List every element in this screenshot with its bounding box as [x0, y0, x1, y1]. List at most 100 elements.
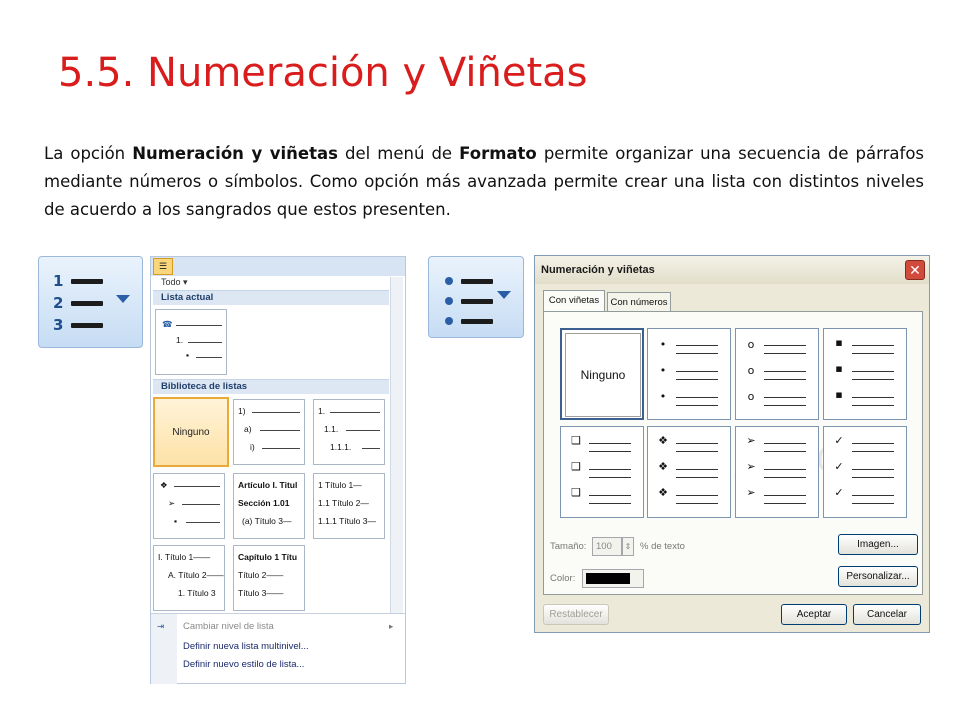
diamond-bullet-icon: ❖	[160, 480, 168, 490]
bullets-ribbon-button[interactable]	[428, 256, 524, 338]
tile-label: Título 2——	[238, 570, 284, 580]
chevron-right-icon: ▸	[389, 621, 394, 631]
bullet-list-icon	[443, 271, 493, 335]
cancel-button[interactable]: Cancelar	[853, 604, 921, 625]
intro-bold-2: Formato	[459, 144, 537, 163]
bullets-dialog: Numeración y viñetas ✕ Con viñetas Con n…	[534, 255, 930, 633]
tab-bullets[interactable]: Con viñetas	[543, 290, 605, 312]
tile-label: a)	[244, 424, 252, 434]
number-mark: 2	[53, 294, 64, 312]
tile-label: Artículo I. Titul	[238, 480, 298, 490]
none-label: Ninguno	[565, 333, 641, 417]
tile-label: 1. Título 3	[178, 588, 216, 598]
multilevel-list-dropdown: ☰ Todo ▾ Lista actual ☎ 1. ▪ Biblioteca …	[150, 256, 406, 684]
tile-label: 1.	[318, 406, 326, 416]
section-current-list: Lista actual	[153, 290, 389, 305]
tile-label: A. Título 2——	[168, 570, 224, 580]
tile-label: ▪	[186, 350, 190, 360]
reset-button[interactable]: Restablecer	[543, 604, 609, 625]
menu-item-new-multilevel[interactable]: Definir nueva lista multinivel...	[183, 641, 309, 652]
intro-paragraph: La opción Numeración y viñetas del menú …	[44, 140, 924, 224]
checkbox-bullet-icon: ❑	[571, 434, 581, 447]
circle-bullet-icon: o	[747, 338, 755, 351]
current-list-tile[interactable]: ☎ 1. ▪	[155, 309, 227, 375]
arrow-bullet-icon: ➢	[746, 434, 756, 447]
diamond-bullet-icon: ❖	[658, 486, 668, 499]
bullet-option-circle[interactable]: o o o	[735, 328, 819, 420]
image-button[interactable]: Imagen...	[838, 534, 918, 555]
tile-label: 1.1.1.	[330, 442, 352, 452]
multilevel-list-icon[interactable]: ☰	[153, 258, 173, 275]
bullet-option-checkbox[interactable]: ❑ ❑ ❑	[560, 426, 644, 518]
menu-item-new-style[interactable]: Definir nuevo estilo de lista...	[183, 659, 304, 670]
tile-label: 1.	[176, 335, 184, 345]
size-spinner[interactable]: ⇕	[622, 537, 634, 556]
size-input[interactable]: 100	[592, 537, 622, 556]
checkbox-bullet-icon: ❑	[571, 486, 581, 499]
bullet-option-arrow[interactable]: ➢ ➢ ➢	[735, 426, 819, 518]
color-label: Color:	[550, 573, 576, 584]
chevron-down-icon[interactable]	[497, 291, 511, 299]
list-tile-roman[interactable]: I. Título 1—— A. Título 2—— 1. Título 3	[153, 545, 225, 611]
tab-numbers[interactable]: Con números	[607, 292, 671, 312]
check-bullet-icon: ✓	[834, 460, 844, 473]
circle-bullet-icon: o	[747, 364, 755, 377]
diamond-bullet-icon: ❖	[658, 434, 668, 447]
intro-bold-1: Numeración y viñetas	[132, 144, 338, 163]
size-unit-label: % de texto	[640, 541, 685, 552]
list-tile-paren[interactable]: 1) a) i)	[233, 399, 305, 465]
bullet-option-square[interactable]: ▪ ▪ ▪	[823, 328, 907, 420]
filter-selector[interactable]: Todo ▾	[161, 277, 188, 288]
tile-label: Ninguno	[172, 426, 210, 438]
dropdown-scrollbar[interactable]	[390, 277, 403, 613]
tile-label: Capítulo 1 Títu	[238, 552, 298, 562]
arrow-bullet-icon: ➢	[168, 498, 176, 508]
dialog-title: Numeración y viñetas	[535, 256, 929, 284]
list-tile-chapter[interactable]: Capítulo 1 Títu Título 2—— Título 3——	[233, 545, 305, 611]
square-bullet-icon: ▪	[835, 388, 843, 401]
numbering-ribbon-button[interactable]: 1 2 3	[38, 256, 143, 348]
tile-label: i)	[250, 442, 255, 452]
checkbox-bullet-icon: ❑	[571, 460, 581, 473]
bullet-option-diamond[interactable]: ❖ ❖ ❖	[647, 426, 731, 518]
bullets-panel: aula Clic Ninguno • • • o o o ▪ ▪ ▪ ❑ ❑ …	[543, 311, 923, 595]
number-mark: 3	[53, 316, 64, 334]
menu-item-change-level[interactable]: Cambiar nivel de lista	[183, 621, 274, 632]
close-icon[interactable]: ✕	[905, 260, 925, 280]
arrow-bullet-icon: ➢	[746, 486, 756, 499]
bullet-option-none[interactable]: Ninguno	[560, 328, 644, 420]
check-bullet-icon: ✓	[834, 486, 844, 499]
dot-bullet-icon: •	[659, 338, 667, 351]
check-bullet-icon: ✓	[834, 434, 844, 447]
customize-button[interactable]: Personalizar...	[838, 566, 918, 587]
phone-icon: ☎	[162, 319, 173, 329]
dot-bullet-icon: •	[659, 364, 667, 377]
tile-label: Título 3——	[238, 588, 284, 598]
divider	[151, 613, 405, 614]
circle-bullet-icon: o	[747, 390, 755, 403]
arrow-bullet-icon: ➢	[746, 460, 756, 473]
bullet-option-check[interactable]: ✓ ✓ ✓	[823, 426, 907, 518]
chevron-down-icon[interactable]	[116, 295, 130, 303]
bullet-option-dot[interactable]: • • •	[647, 328, 731, 420]
dot-bullet-icon: •	[659, 390, 667, 403]
color-picker[interactable]	[582, 569, 644, 588]
list-tile-article[interactable]: Artículo I. Titul Sección 1.01 (a) Títul…	[233, 473, 305, 539]
indent-level-icon: ⇥	[157, 621, 165, 631]
intro-text-2: del menú de	[337, 144, 460, 163]
tile-label: 1.1 Título 2—	[318, 498, 369, 508]
size-label: Tamaño:	[550, 541, 587, 552]
diamond-bullet-icon: ❖	[658, 460, 668, 473]
list-tile-decimal[interactable]: 1. 1.1. 1.1.1.	[313, 399, 385, 465]
square-bullet-icon: ▪	[835, 362, 843, 375]
intro-text-1: La opción	[44, 144, 133, 163]
list-none-tile[interactable]: Ninguno	[153, 397, 229, 467]
tile-label: I. Título 1——	[158, 552, 211, 562]
section-list-library: Biblioteca de listas	[153, 379, 389, 394]
dropdown-header: ☰	[151, 257, 405, 276]
list-tile-heading-decimal[interactable]: 1 Título 1— 1.1 Título 2— 1.1.1 Título 3…	[313, 473, 385, 539]
list-tile-symbols[interactable]: ❖ ➢ ▪	[153, 473, 225, 539]
tile-label: 1.1.	[324, 424, 339, 434]
accept-button[interactable]: Aceptar	[781, 604, 847, 625]
tile-label: Sección 1.01	[238, 498, 290, 508]
